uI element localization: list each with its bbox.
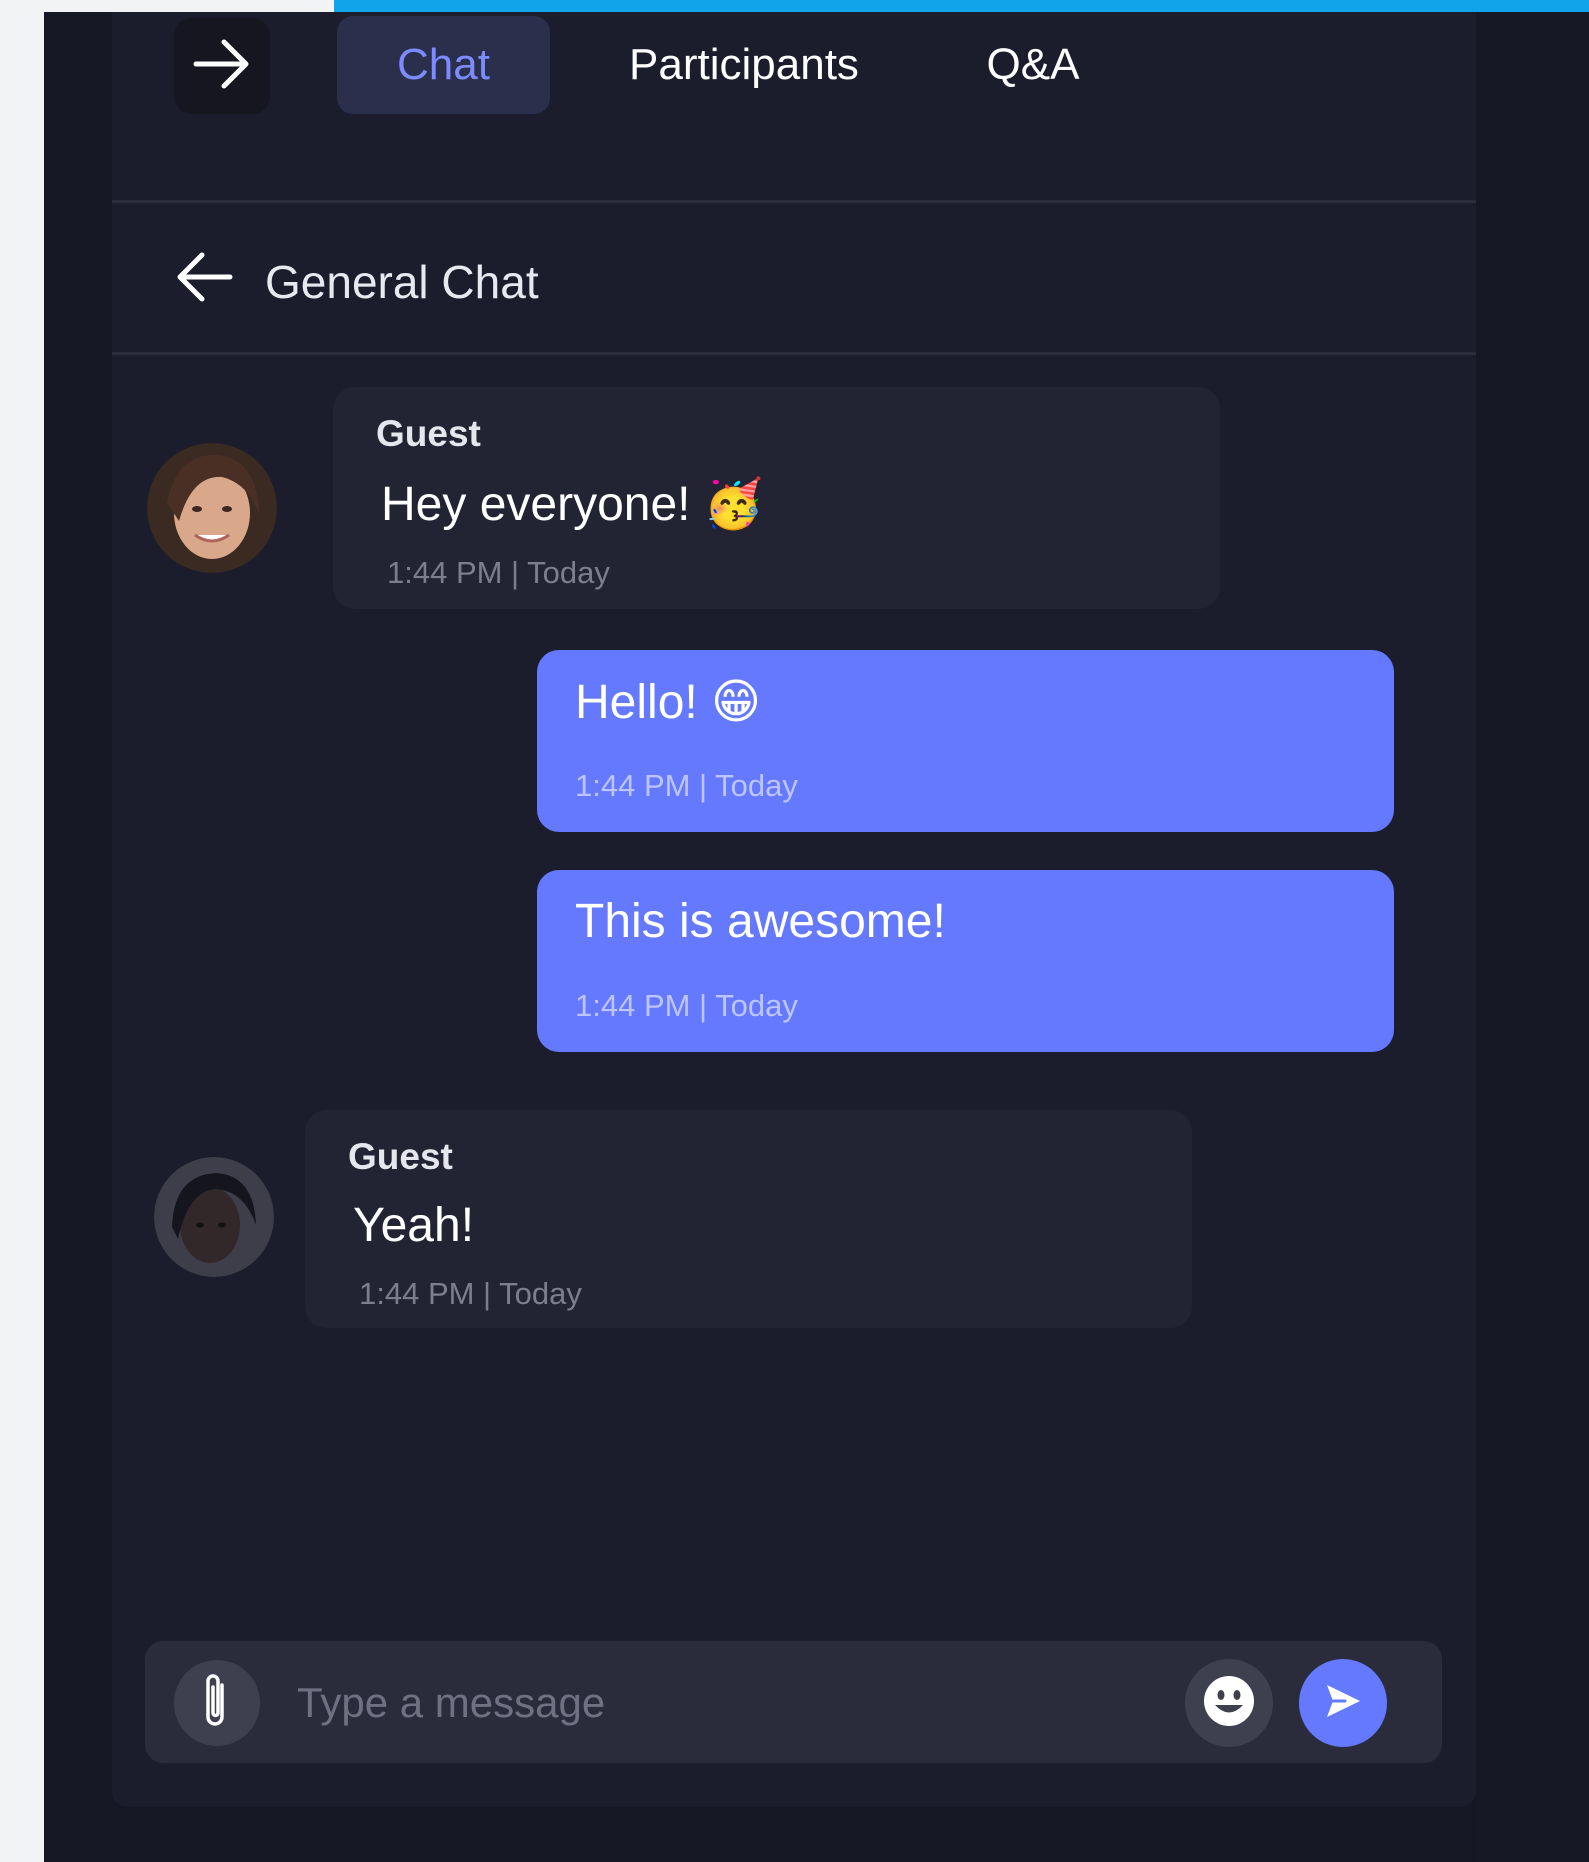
sender-name: Guest — [348, 1136, 453, 1177]
back-button[interactable] — [172, 249, 236, 309]
message-bubble: Guest Yeah! 1:44 PM | Today — [305, 1110, 1192, 1328]
message-text: Hello! 😁 — [575, 676, 762, 729]
message-time: 1:44 PM | Today — [359, 1276, 582, 1311]
message-bubble-own: This is awesome! 1:44 PM | Today — [537, 870, 1394, 1052]
top-accent-bar — [334, 0, 1589, 12]
emoji-button[interactable] — [1185, 1659, 1273, 1747]
message-time: 1:44 PM | Today — [387, 555, 610, 590]
send-button[interactable] — [1299, 1659, 1387, 1747]
tab-chat[interactable]: Chat — [337, 16, 550, 114]
message-composer — [145, 1641, 1442, 1763]
message-bubble-own: Hello! 😁 1:44 PM | Today — [537, 650, 1394, 832]
attach-button[interactable] — [174, 1660, 260, 1746]
message-bubble: Guest Hey everyone! 🥳 1:44 PM | Today — [333, 387, 1220, 609]
collapse-panel-button[interactable] — [174, 18, 270, 114]
avatar[interactable] — [147, 443, 277, 573]
send-icon — [1323, 1681, 1363, 1726]
chat-panel: Chat Participants Q&A General Chat Guest… — [112, 12, 1476, 1807]
smiley-icon — [1202, 1674, 1256, 1733]
arrow-right-icon — [192, 38, 252, 95]
arrow-left-icon — [174, 251, 234, 308]
header-divider — [112, 352, 1476, 355]
tab-participants[interactable]: Participants — [614, 16, 874, 114]
sender-name: Guest — [376, 413, 481, 454]
right-edge-shade — [1476, 12, 1589, 1862]
avatar[interactable] — [154, 1157, 274, 1277]
message-time: 1:44 PM | Today — [575, 988, 798, 1023]
paperclip-icon — [202, 1671, 232, 1736]
message-text: Yeah! — [353, 1199, 475, 1252]
chat-title: General Chat — [265, 256, 539, 308]
message-text: Hey everyone! 🥳 — [381, 478, 764, 531]
message-time: 1:44 PM | Today — [575, 768, 798, 803]
tab-qa[interactable]: Q&A — [968, 16, 1098, 114]
tabs-divider — [112, 200, 1476, 203]
message-input[interactable] — [295, 1659, 1299, 1747]
message-text: This is awesome! — [575, 895, 946, 948]
